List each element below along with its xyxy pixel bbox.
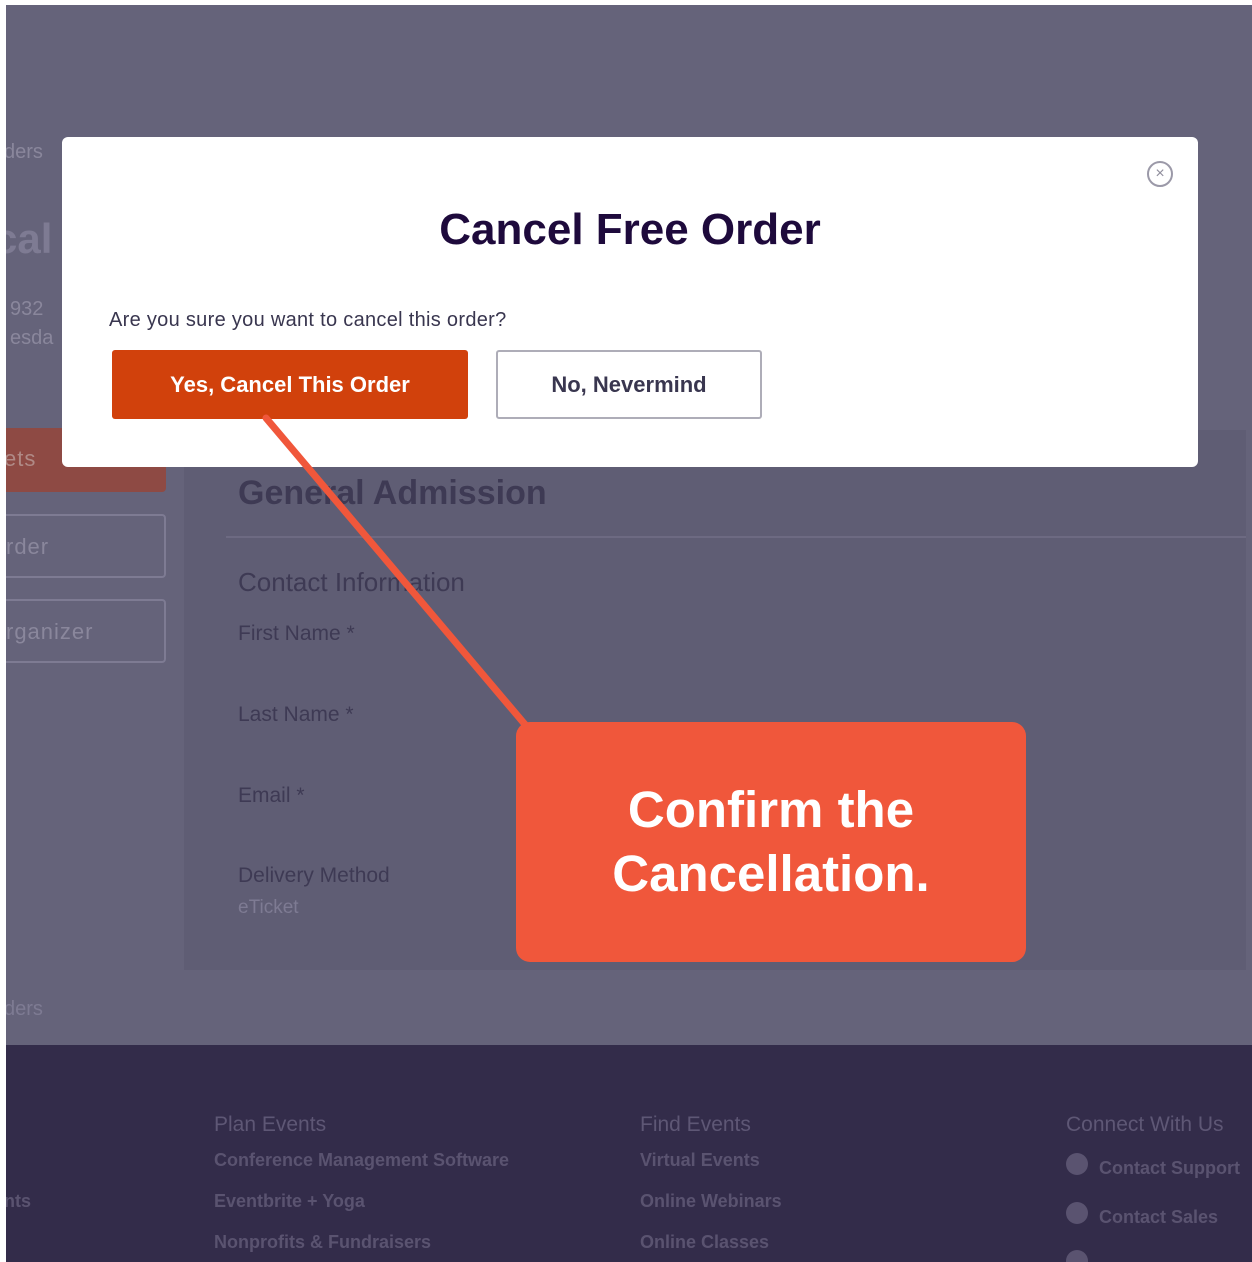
annotation-text: Confirm the Cancellation. [612,781,930,902]
annotation-pointer-line [262,414,532,732]
annotation-callout: Confirm the Cancellation. [516,722,1026,962]
pointer-line [262,414,532,732]
